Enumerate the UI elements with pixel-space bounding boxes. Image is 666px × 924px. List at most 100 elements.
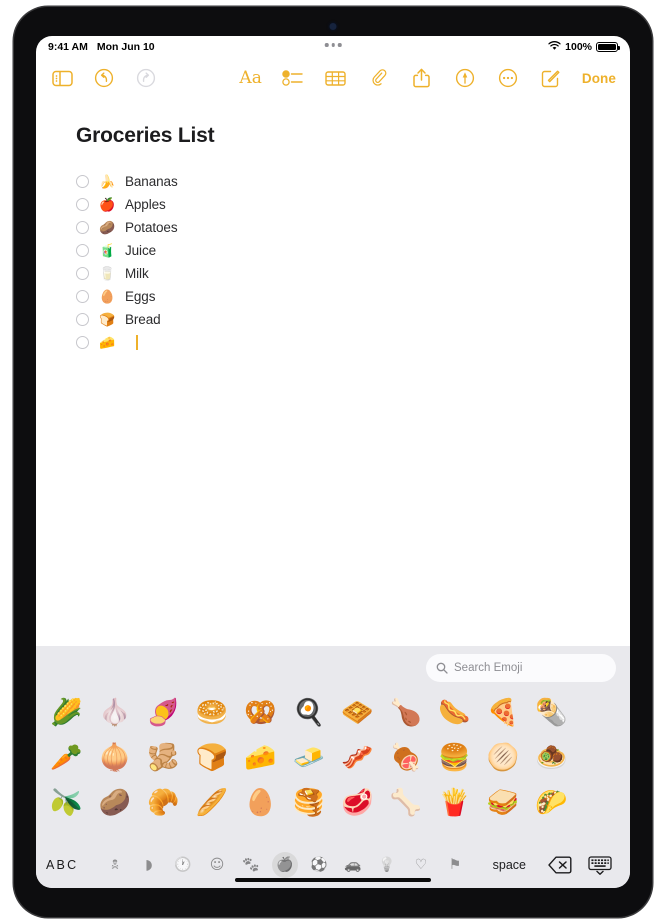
ipad-device-frame: 9:41 AM Mon Jun 10 100% Aa Done Grocerie… [14,7,652,917]
category-symbols-icon[interactable]: ♡ [408,852,434,878]
emoji-button[interactable]: 🥕 [50,745,82,771]
emoji-button[interactable]: 🥩 [341,790,373,816]
emoji-button[interactable]: 🌭 [438,700,470,726]
emoji-button[interactable]: 🍕 [487,700,519,726]
emoji-button[interactable]: 🌽 [50,700,82,726]
checklist-item-label: Apples [125,197,166,212]
category-recents-icon[interactable]: 🕱 [102,852,128,878]
category-smileys-people-icon[interactable]: ☺ [204,852,230,878]
emoji-button[interactable]: 🍗 [390,700,422,726]
emoji-button[interactable]: 🌯 [535,700,567,726]
emoji-button[interactable]: 🧄 [99,700,131,726]
checklist-item-label: Bananas [125,174,178,189]
checklist-item[interactable]: 🥔 Potatoes [76,216,590,239]
checklist-checkbox[interactable] [76,313,89,326]
redo-icon [134,66,158,90]
emoji-button[interactable]: 🥯 [196,700,228,726]
checklist-item-emoji: 🥔 [99,220,116,235]
format-text-button[interactable]: Aa [239,69,261,87]
emoji-button[interactable]: 🧈 [293,745,325,771]
checklist-item-emoji: 🧃 [99,243,116,258]
checklist-item[interactable]: 🍎 Apples [76,193,590,216]
toolbar-left-group [50,66,158,90]
category-travel-places-icon[interactable]: 🚗 [340,852,366,878]
multitasking-controls[interactable] [324,43,342,47]
share-icon[interactable] [410,66,434,90]
category-emoji-stickers-icon[interactable]: ◗ [136,852,162,878]
done-button[interactable]: Done [582,71,616,86]
checklist-item-label: Bread [125,312,161,327]
category-activity-icon[interactable]: ⚽ [306,852,332,878]
battery-icon [596,42,621,52]
category-objects-icon[interactable]: 💡 [374,852,400,878]
emoji-button[interactable]: 🥓 [341,745,373,771]
checklist-item[interactable]: 🥛 Milk [76,262,590,285]
category-food-drink-icon[interactable]: 🍎 [272,852,298,878]
emoji-button[interactable]: 🥪 [487,790,519,816]
sidebar-icon[interactable] [50,66,74,90]
emoji-button[interactable]: 🥞 [293,790,325,816]
emoji-button[interactable]: 🫓 [487,745,519,771]
checklist-item[interactable]: 🥚 Eggs [76,285,590,308]
checklist-checkbox[interactable] [76,267,89,280]
checklist-checkbox[interactable] [76,221,89,234]
checklist-item-label: Eggs [125,289,156,304]
markup-icon[interactable] [453,66,477,90]
category-flags-icon[interactable]: ⚑ [442,852,468,878]
checklist-checkbox[interactable] [76,290,89,303]
emoji-button[interactable]: 🍳 [293,700,325,726]
status-date: Mon Jun 10 [96,41,155,53]
emoji-search-placeholder: Search Emoji [454,662,523,674]
checklist-checkbox[interactable] [76,175,89,188]
checklist-item[interactable]: 🍞 Bread [76,308,590,331]
emoji-button[interactable]: 🥚 [244,790,276,816]
table-icon[interactable] [324,66,348,90]
space-button[interactable]: space [493,858,526,872]
checklist-checkbox[interactable] [76,198,89,211]
checklist-item-label: Potatoes [125,220,178,235]
emoji-button[interactable]: 🍞 [196,745,228,771]
multitask-dot [331,43,335,47]
emoji-keyboard: Search Emoji 🌽 🧄 🍠 🥯 🥨 🍳 🧇 🍗 🌭 🍕 🌯 🥕 🧅 🫚 🍞 🧀 🧈 🥓 🍖 🍔 🫓 🧆 🫒 🥔 🥐 🥖 🥚… [36,646,630,888]
emoji-button[interactable]: 🧇 [341,700,373,726]
checklist-item-emoji: 🥛 [99,266,116,281]
emoji-button[interactable]: 🥖 [196,790,228,816]
emoji-button[interactable]: 🍠 [147,700,179,726]
checklist-item[interactable]: 🧀 [76,331,590,354]
emoji-button[interactable]: 🫚 [147,745,179,771]
emoji-button[interactable]: 🍔 [438,745,470,771]
note-body[interactable]: Groceries List 🍌 Bananas 🍎 Apples 🥔 Potatoes 🧃… [36,98,630,646]
emoji-search-input[interactable]: Search Emoji [426,654,616,682]
checklist-item-emoji: 🧀 [99,335,116,350]
note-title[interactable]: Groceries List [76,124,590,148]
undo-icon[interactable] [92,66,116,90]
emoji-button[interactable]: 🥔 [99,790,131,816]
emoji-button[interactable]: 🍖 [390,745,422,771]
checklist-icon[interactable] [281,66,305,90]
category-animals-nature-icon[interactable]: 🐾 [238,852,264,878]
emoji-button[interactable]: 🫒 [50,790,82,816]
checklist-item[interactable]: 🍌 Bananas [76,170,590,193]
checklist-item-label: Juice [125,243,157,258]
text-cursor [136,335,138,350]
emoji-button[interactable]: 🌮 [535,790,567,816]
emoji-button[interactable]: 🍟 [438,790,470,816]
delete-backward-icon[interactable] [548,856,572,874]
emoji-button[interactable]: 🧀 [244,745,276,771]
search-icon [436,662,448,674]
emoji-button[interactable]: 🦴 [390,790,422,816]
battery-percent-label: 100% [565,41,592,53]
checklist-item[interactable]: 🧃 Juice [76,239,590,262]
abc-keyboard-button[interactable]: ABC [46,858,98,872]
checklist-checkbox[interactable] [76,244,89,257]
paperclip-icon[interactable] [367,66,391,90]
checklist-checkbox[interactable] [76,336,89,349]
category-frequently-used-icon[interactable]: 🕐 [170,852,196,878]
compose-icon[interactable] [539,66,563,90]
emoji-button[interactable]: 🧆 [535,745,567,771]
more-ellipsis-icon[interactable] [496,66,520,90]
emoji-button[interactable]: 🥨 [244,700,276,726]
dismiss-keyboard-icon[interactable] [588,855,612,875]
emoji-button[interactable]: 🧅 [99,745,131,771]
emoji-button[interactable]: 🥐 [147,790,179,816]
